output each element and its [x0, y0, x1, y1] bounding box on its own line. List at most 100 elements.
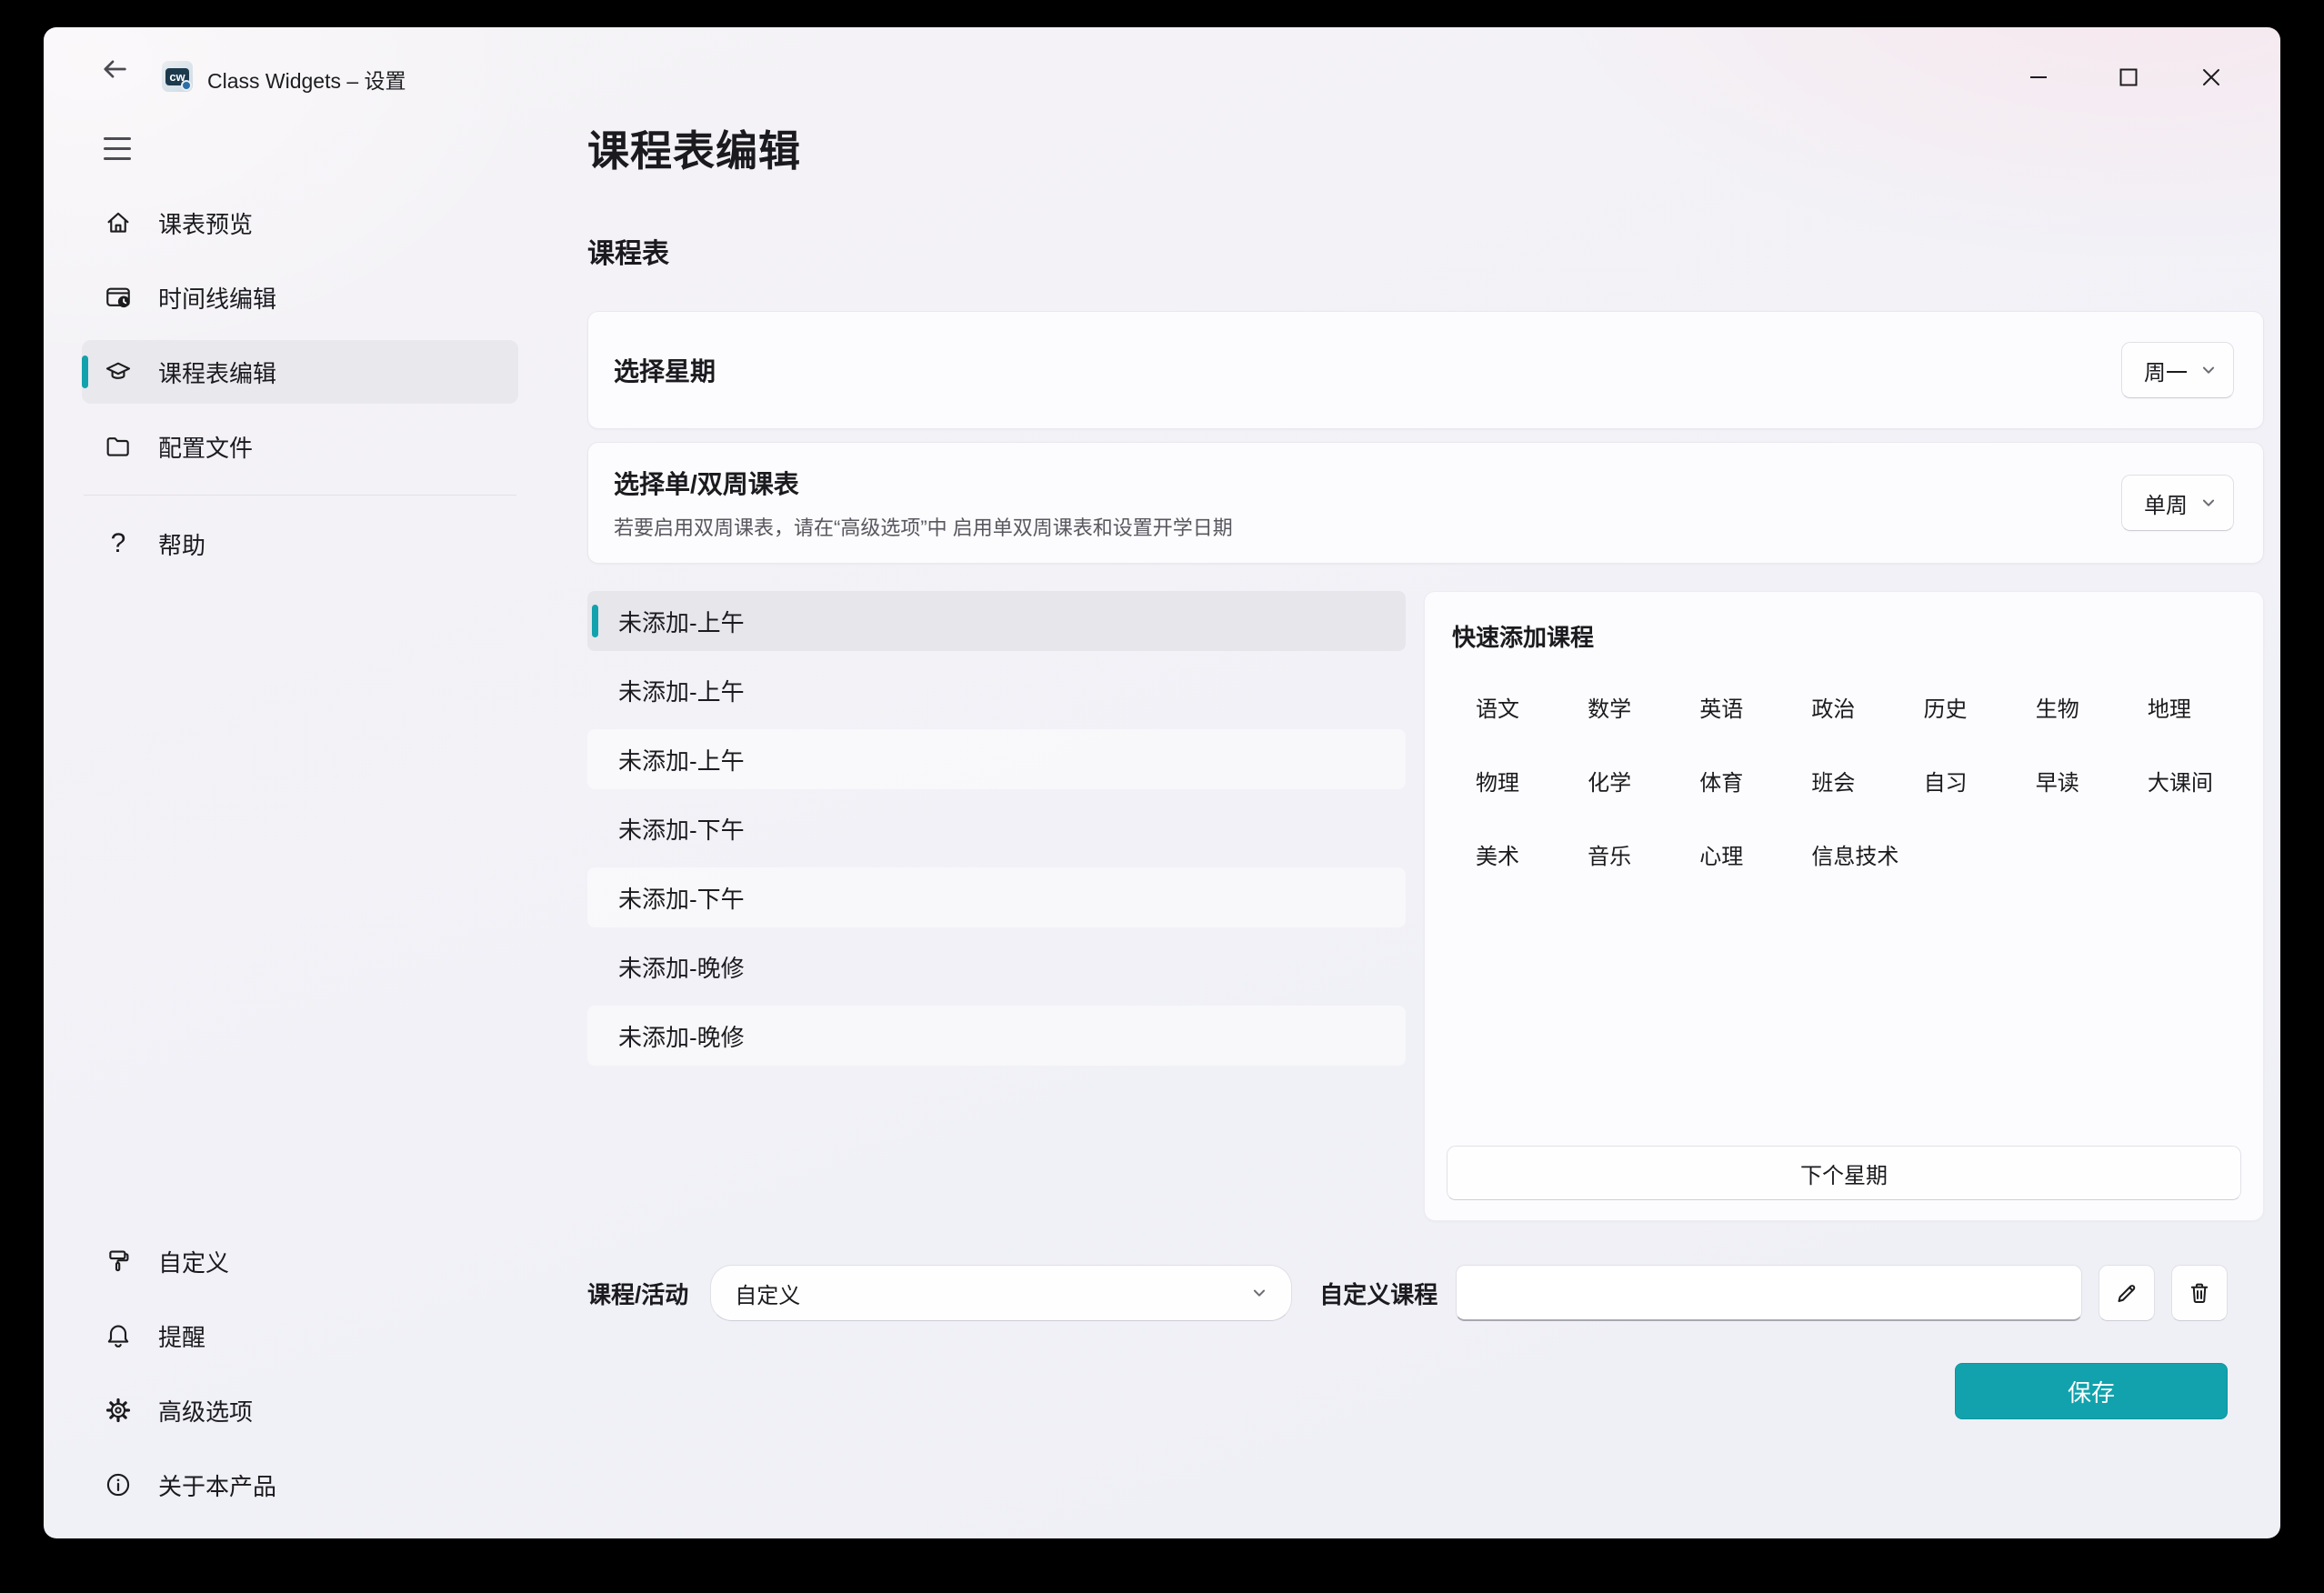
schedule-columns: 未添加-上午 未添加-上午 未添加-上午 未添加-下午 未添加-下午 未添加-晚…	[587, 591, 2264, 1221]
gear-icon	[104, 1396, 133, 1425]
save-button-label: 保存	[2068, 1375, 2115, 1408]
weekday-dropdown[interactable]: 周一	[2121, 342, 2234, 398]
custom-course-input[interactable]	[1456, 1265, 2082, 1321]
subject-button[interactable]: 早读	[2012, 765, 2124, 796]
class-slot-label: 未添加-下午	[618, 812, 745, 846]
sidebar-separator	[84, 495, 516, 496]
custom-course-label: 自定义课程	[1319, 1277, 1437, 1310]
window-title: Class Widgets – 设置	[207, 64, 406, 95]
trash-icon	[2186, 1279, 2213, 1307]
select-weekday-card: 选择星期 周一	[587, 311, 2264, 429]
home-icon	[104, 208, 133, 237]
sidebar-item-schedule-preview[interactable]: 课表预览	[82, 191, 518, 255]
sidebar-item-about[interactable]: 关于本产品	[82, 1453, 518, 1517]
class-slot-row[interactable]: 未添加-下午	[587, 798, 1406, 858]
edit-button[interactable]	[2099, 1265, 2155, 1321]
course-activity-label: 课程/活动	[587, 1277, 688, 1310]
subject-button[interactable]: 美术	[1452, 838, 1564, 870]
week-parity-description: 若要启用双周课表，请在“高级选项”中 启用单双周课表和设置开学日期	[614, 512, 2263, 541]
class-slot-row[interactable]: 未添加-上午	[587, 660, 1406, 720]
sidebar-bottom-group: 自定义 提醒	[82, 1229, 518, 1528]
course-type-value: 自定义	[735, 1277, 800, 1309]
chevron-down-icon	[1251, 1285, 1267, 1301]
sidebar-item-timeline-edit[interactable]: 时间线编辑	[82, 266, 518, 329]
bell-icon	[104, 1321, 133, 1350]
sidebar-item-label: 高级选项	[158, 1394, 253, 1428]
chevron-down-icon	[2200, 362, 2217, 378]
course-type-select[interactable]: 自定义	[710, 1265, 1292, 1321]
subject-button[interactable]: 物理	[1452, 765, 1564, 796]
sidebar-item-customize[interactable]: 自定义	[82, 1229, 518, 1293]
app-window: cw Class Widgets – 设置	[44, 27, 2280, 1538]
subject-button[interactable]: 地理	[2124, 691, 2236, 723]
quick-add-title: 快速添加课程	[1452, 619, 2236, 653]
sidebar-item-label: 提醒	[158, 1319, 205, 1353]
class-slot-row[interactable]: 未添加-晚修	[587, 937, 1406, 997]
minimize-button[interactable]	[2020, 59, 2057, 95]
sidebar-item-label: 帮助	[158, 527, 205, 561]
subject-grid: 语文 数学 英语 政治 历史 生物 地理 物理 化学 体育 班会 自习 早读 大…	[1452, 691, 2236, 870]
week-parity-dropdown-value: 单周	[2144, 487, 2188, 519]
sidebar-item-help[interactable]: ? 帮助	[82, 512, 518, 576]
page-title: 课程表编辑	[587, 118, 2264, 178]
class-slot-label: 未添加-上午	[618, 674, 745, 707]
sidebar-item-reminders[interactable]: 提醒	[82, 1304, 518, 1368]
arrow-left-icon	[99, 54, 130, 85]
subject-button[interactable]: 音乐	[1564, 838, 1676, 870]
back-button[interactable]	[95, 51, 135, 87]
class-slot-row[interactable]: 未添加-晚修	[587, 1006, 1406, 1066]
maximize-button[interactable]	[2110, 59, 2147, 95]
sidebar-item-profiles[interactable]: 配置文件	[82, 415, 518, 478]
class-slot-label: 未添加-下午	[618, 881, 745, 915]
sidebar-item-advanced-options[interactable]: 高级选项	[82, 1378, 518, 1442]
subject-button[interactable]: 心理	[1676, 838, 1788, 870]
sidebar-item-label: 自定义	[158, 1245, 229, 1278]
subject-button[interactable]: 大课间	[2124, 765, 2236, 796]
class-slot-label: 未添加-晚修	[618, 950, 745, 984]
subject-button[interactable]: 语文	[1452, 691, 1564, 723]
save-row: 保存	[587, 1363, 2264, 1419]
class-slot-row[interactable]: 未添加-上午	[587, 729, 1406, 789]
hamburger-icon	[104, 137, 131, 140]
week-parity-title: 选择单/双周课表	[614, 465, 2263, 501]
class-slot-label: 未添加-晚修	[618, 1019, 745, 1053]
app-icon: cw	[162, 61, 193, 92]
sidebar-item-label: 课程表编辑	[158, 356, 276, 389]
sidebar-item-label: 时间线编辑	[158, 281, 276, 315]
next-week-label: 下个星期	[1800, 1157, 1888, 1189]
delete-button[interactable]	[2171, 1265, 2228, 1321]
sidebar-item-label: 配置文件	[158, 430, 253, 464]
class-slot-row[interactable]: 未添加-上午	[587, 591, 1406, 651]
week-parity-dropdown[interactable]: 单周	[2121, 475, 2234, 531]
class-slot-label: 未添加-上午	[618, 605, 745, 638]
sidebar-item-label: 关于本产品	[158, 1468, 276, 1502]
class-slot-label: 未添加-上午	[618, 743, 745, 776]
save-button[interactable]: 保存	[1955, 1363, 2228, 1419]
graduation-cap-icon	[104, 357, 133, 386]
chevron-down-icon	[2200, 495, 2217, 511]
next-week-button[interactable]: 下个星期	[1447, 1146, 2241, 1200]
subject-button[interactable]: 体育	[1676, 765, 1788, 796]
main-content: 课程表编辑 课程表 选择星期 周一 选择单/双周课表 若要启用双周课表，请在“高…	[535, 118, 2280, 1419]
close-icon	[2199, 65, 2223, 89]
sidebar-item-label: 课表预览	[158, 206, 253, 240]
subject-button[interactable]: 英语	[1676, 691, 1788, 723]
week-parity-card: 选择单/双周课表 若要启用双周课表，请在“高级选项”中 启用单双周课表和设置开学…	[587, 442, 2264, 564]
select-weekday-label: 选择星期	[614, 352, 716, 388]
subject-button[interactable]: 信息技术	[1788, 838, 1899, 870]
class-slot-row[interactable]: 未添加-下午	[587, 867, 1406, 927]
title-bar: cw Class Widgets – 设置	[44, 27, 2280, 109]
info-icon	[104, 1470, 133, 1499]
subject-button[interactable]: 数学	[1564, 691, 1676, 723]
close-button[interactable]	[2193, 59, 2229, 95]
hamburger-menu-button[interactable]	[91, 124, 151, 173]
subject-button[interactable]: 化学	[1564, 765, 1676, 796]
subject-button[interactable]: 历史	[1900, 691, 2012, 723]
subject-button[interactable]: 自习	[1900, 765, 2012, 796]
pencil-icon	[2113, 1279, 2140, 1307]
subject-button[interactable]: 生物	[2012, 691, 2124, 723]
weekday-dropdown-value: 周一	[2144, 355, 2188, 386]
subject-button[interactable]: 政治	[1788, 691, 1899, 723]
sidebar-item-schedule-edit[interactable]: 课程表编辑	[82, 340, 518, 404]
subject-button[interactable]: 班会	[1788, 765, 1899, 796]
